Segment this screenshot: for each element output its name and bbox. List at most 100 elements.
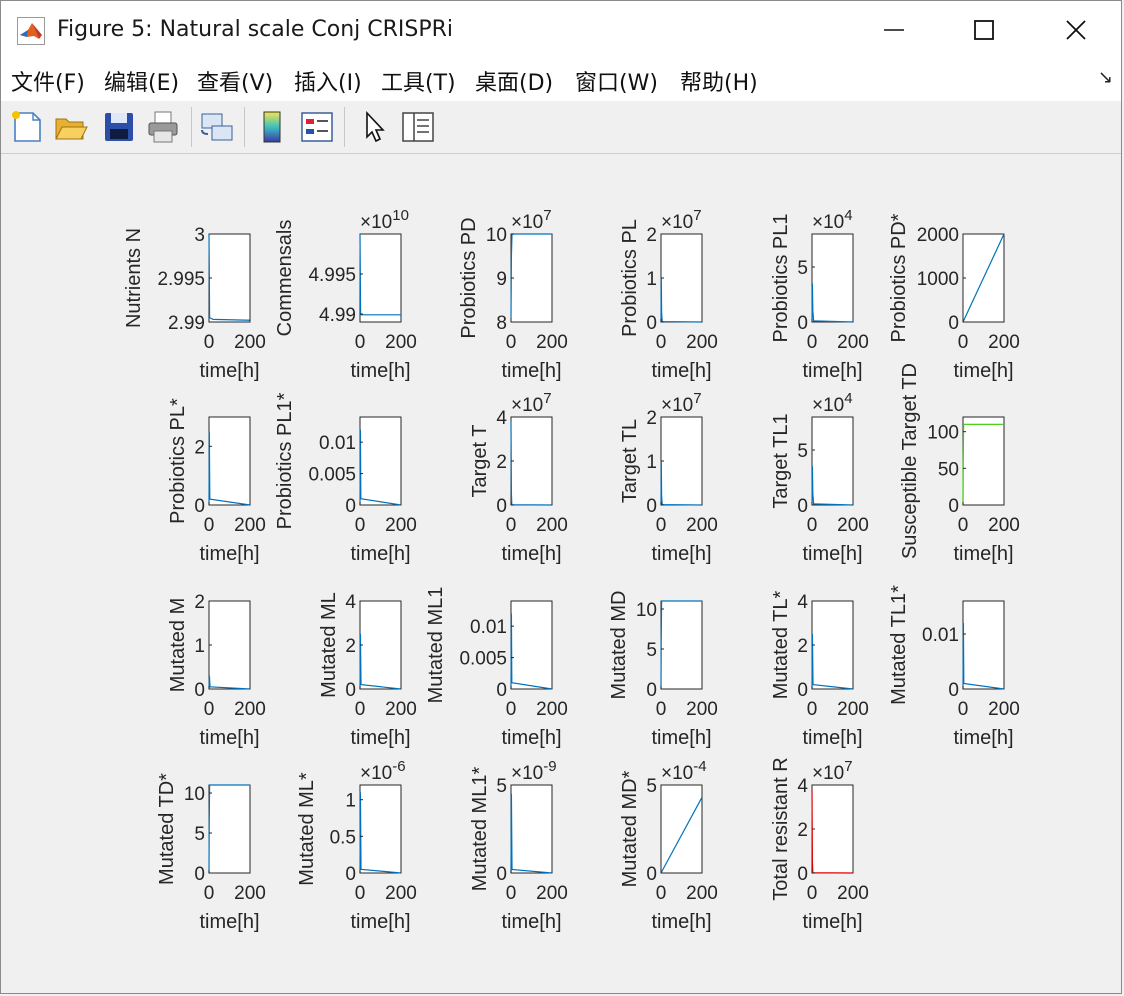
x-tick-label: 200 <box>536 699 568 720</box>
menu-help[interactable]: 帮助(H) <box>680 65 758 97</box>
axes-box <box>359 600 402 690</box>
axis-exponent: ×10-9 <box>511 758 557 784</box>
menu-window[interactable]: 窗口(W) <box>575 65 658 97</box>
axes-box <box>359 233 402 323</box>
x-tick-label: 0 <box>656 699 667 720</box>
y-tick-label: 0 <box>345 496 356 517</box>
x-tick-label: 200 <box>385 883 417 904</box>
x-axis-label: time[h] <box>953 360 1013 382</box>
axis-exponent: ×10-4 <box>661 758 707 784</box>
axes-box <box>660 600 703 690</box>
y-tick-label: 0.01 <box>470 617 507 638</box>
y-tick-label: 5 <box>797 258 808 279</box>
y-tick-label: 0 <box>797 496 808 517</box>
subplot: 0 50 100 0 200 time[h] Susceptible Target TD <box>899 363 1020 565</box>
matlab-logo-icon <box>17 17 45 45</box>
axes-box <box>510 416 553 506</box>
y-tick-label: 1000 <box>917 269 959 290</box>
y-tick-label: 2 <box>496 452 507 473</box>
edit-plot-pointer-icon[interactable] <box>356 109 392 145</box>
subplot: 0 2 4 0 200 time[h] Mutated ML <box>318 592 417 749</box>
y-axis-label: Mutated TD* <box>156 773 178 885</box>
print-icon[interactable] <box>145 109 181 145</box>
x-axis-label: time[h] <box>953 543 1013 565</box>
close-button[interactable] <box>1031 1 1121 59</box>
x-tick-label: 0 <box>958 515 969 536</box>
x-tick-label: 200 <box>536 515 568 536</box>
undock-arrow-icon[interactable]: ↘ <box>1098 67 1113 88</box>
link-plot-icon[interactable] <box>199 109 235 145</box>
menu-desktop[interactable]: 桌面(D) <box>475 65 553 97</box>
menu-file[interactable]: 文件(F) <box>11 65 85 97</box>
title-bar[interactable]: Figure 5: Natural scale Conj CRISPRi <box>1 1 1121 59</box>
y-tick-label: 0.005 <box>459 649 507 670</box>
y-tick-label: 0.5 <box>330 827 356 848</box>
subplot: 0 1 2 0 200 time[h] Probiotics PL ×107 <box>619 207 718 382</box>
x-tick-label: 0 <box>807 332 818 353</box>
x-axis-label: time[h] <box>802 911 862 933</box>
y-tick-label: 10 <box>636 600 657 621</box>
x-tick-label: 200 <box>988 699 1020 720</box>
y-tick-label: 4.995 <box>308 265 356 286</box>
toolbar-separator <box>344 107 345 147</box>
y-tick-label: 2 <box>194 437 205 458</box>
y-tick-label: 0 <box>646 496 657 517</box>
menu-edit[interactable]: 编辑(E) <box>104 65 179 97</box>
x-tick-label: 0 <box>807 699 818 720</box>
minimize-button[interactable] <box>849 1 939 59</box>
menu-tools[interactable]: 工具(T) <box>381 65 456 97</box>
x-axis-label: time[h] <box>501 360 561 382</box>
axes-box <box>208 233 251 323</box>
x-tick-label: 0 <box>958 332 969 353</box>
open-file-icon[interactable] <box>53 109 89 145</box>
y-axis-label: Mutated MD* <box>619 770 641 887</box>
y-tick-label: 0.01 <box>319 433 356 454</box>
x-axis-label: time[h] <box>953 727 1013 749</box>
x-tick-label: 0 <box>506 515 517 536</box>
y-tick-label: 0 <box>194 680 205 701</box>
x-tick-label: 200 <box>686 515 718 536</box>
x-tick-label: 200 <box>837 699 869 720</box>
subplot: 4.99 4.995 0 200 time[h] Commensals ×1010 <box>274 207 417 382</box>
y-tick-label: 0 <box>797 864 808 885</box>
y-tick-label: 2.99 <box>168 313 205 334</box>
x-tick-label: 0 <box>656 515 667 536</box>
figure-canvas: 2.99 2.995 3 0 200 time[h] Nutrients N 4.99 4.99… <box>1 154 1121 994</box>
y-axis-label: Probiotics PL <box>619 219 641 337</box>
y-axis-label: Probiotics PD* <box>888 213 910 342</box>
y-tick-label: 4 <box>797 776 808 797</box>
axes-box <box>660 784 703 874</box>
x-tick-label: 0 <box>506 883 517 904</box>
x-tick-label: 0 <box>355 332 366 353</box>
axis-exponent: ×104 <box>812 390 853 416</box>
x-tick-label: 200 <box>988 332 1020 353</box>
new-figure-icon[interactable] <box>9 109 45 145</box>
subplot: 0 5 10 0 200 time[h] Mutated MD <box>608 591 718 749</box>
x-tick-label: 200 <box>385 699 417 720</box>
subplot: 0 5 10 0 200 time[h] Mutated TD* <box>156 773 266 933</box>
axes-box <box>208 784 251 874</box>
colorbar-icon[interactable] <box>254 109 290 145</box>
y-axis-label: Nutrients N <box>123 228 145 328</box>
axes-box <box>811 600 854 690</box>
y-tick-label: 0 <box>797 313 808 334</box>
legend-icon[interactable] <box>299 109 335 145</box>
y-axis-label: Mutated M <box>167 598 189 692</box>
property-inspector-icon[interactable] <box>400 109 436 145</box>
maximize-button[interactable] <box>939 1 1029 59</box>
y-tick-label: 4 <box>797 592 808 613</box>
menu-bar: 文件(F) 编辑(E) 查看(V) 插入(I) 工具(T) 桌面(D) 窗口(W… <box>1 59 1121 101</box>
y-tick-label: 10 <box>184 784 205 805</box>
y-axis-label: Commensals <box>274 220 296 337</box>
axes-box <box>811 416 854 506</box>
menu-insert[interactable]: 插入(I) <box>294 65 362 97</box>
x-tick-label: 0 <box>355 515 366 536</box>
x-tick-label: 200 <box>837 332 869 353</box>
y-tick-label: 0 <box>496 864 507 885</box>
y-tick-label: 5 <box>646 640 657 661</box>
menu-view[interactable]: 查看(V) <box>197 65 273 97</box>
save-icon[interactable] <box>101 109 137 145</box>
axes-box <box>811 784 854 874</box>
toolbar-separator <box>244 107 245 147</box>
axes-box <box>962 600 1005 690</box>
